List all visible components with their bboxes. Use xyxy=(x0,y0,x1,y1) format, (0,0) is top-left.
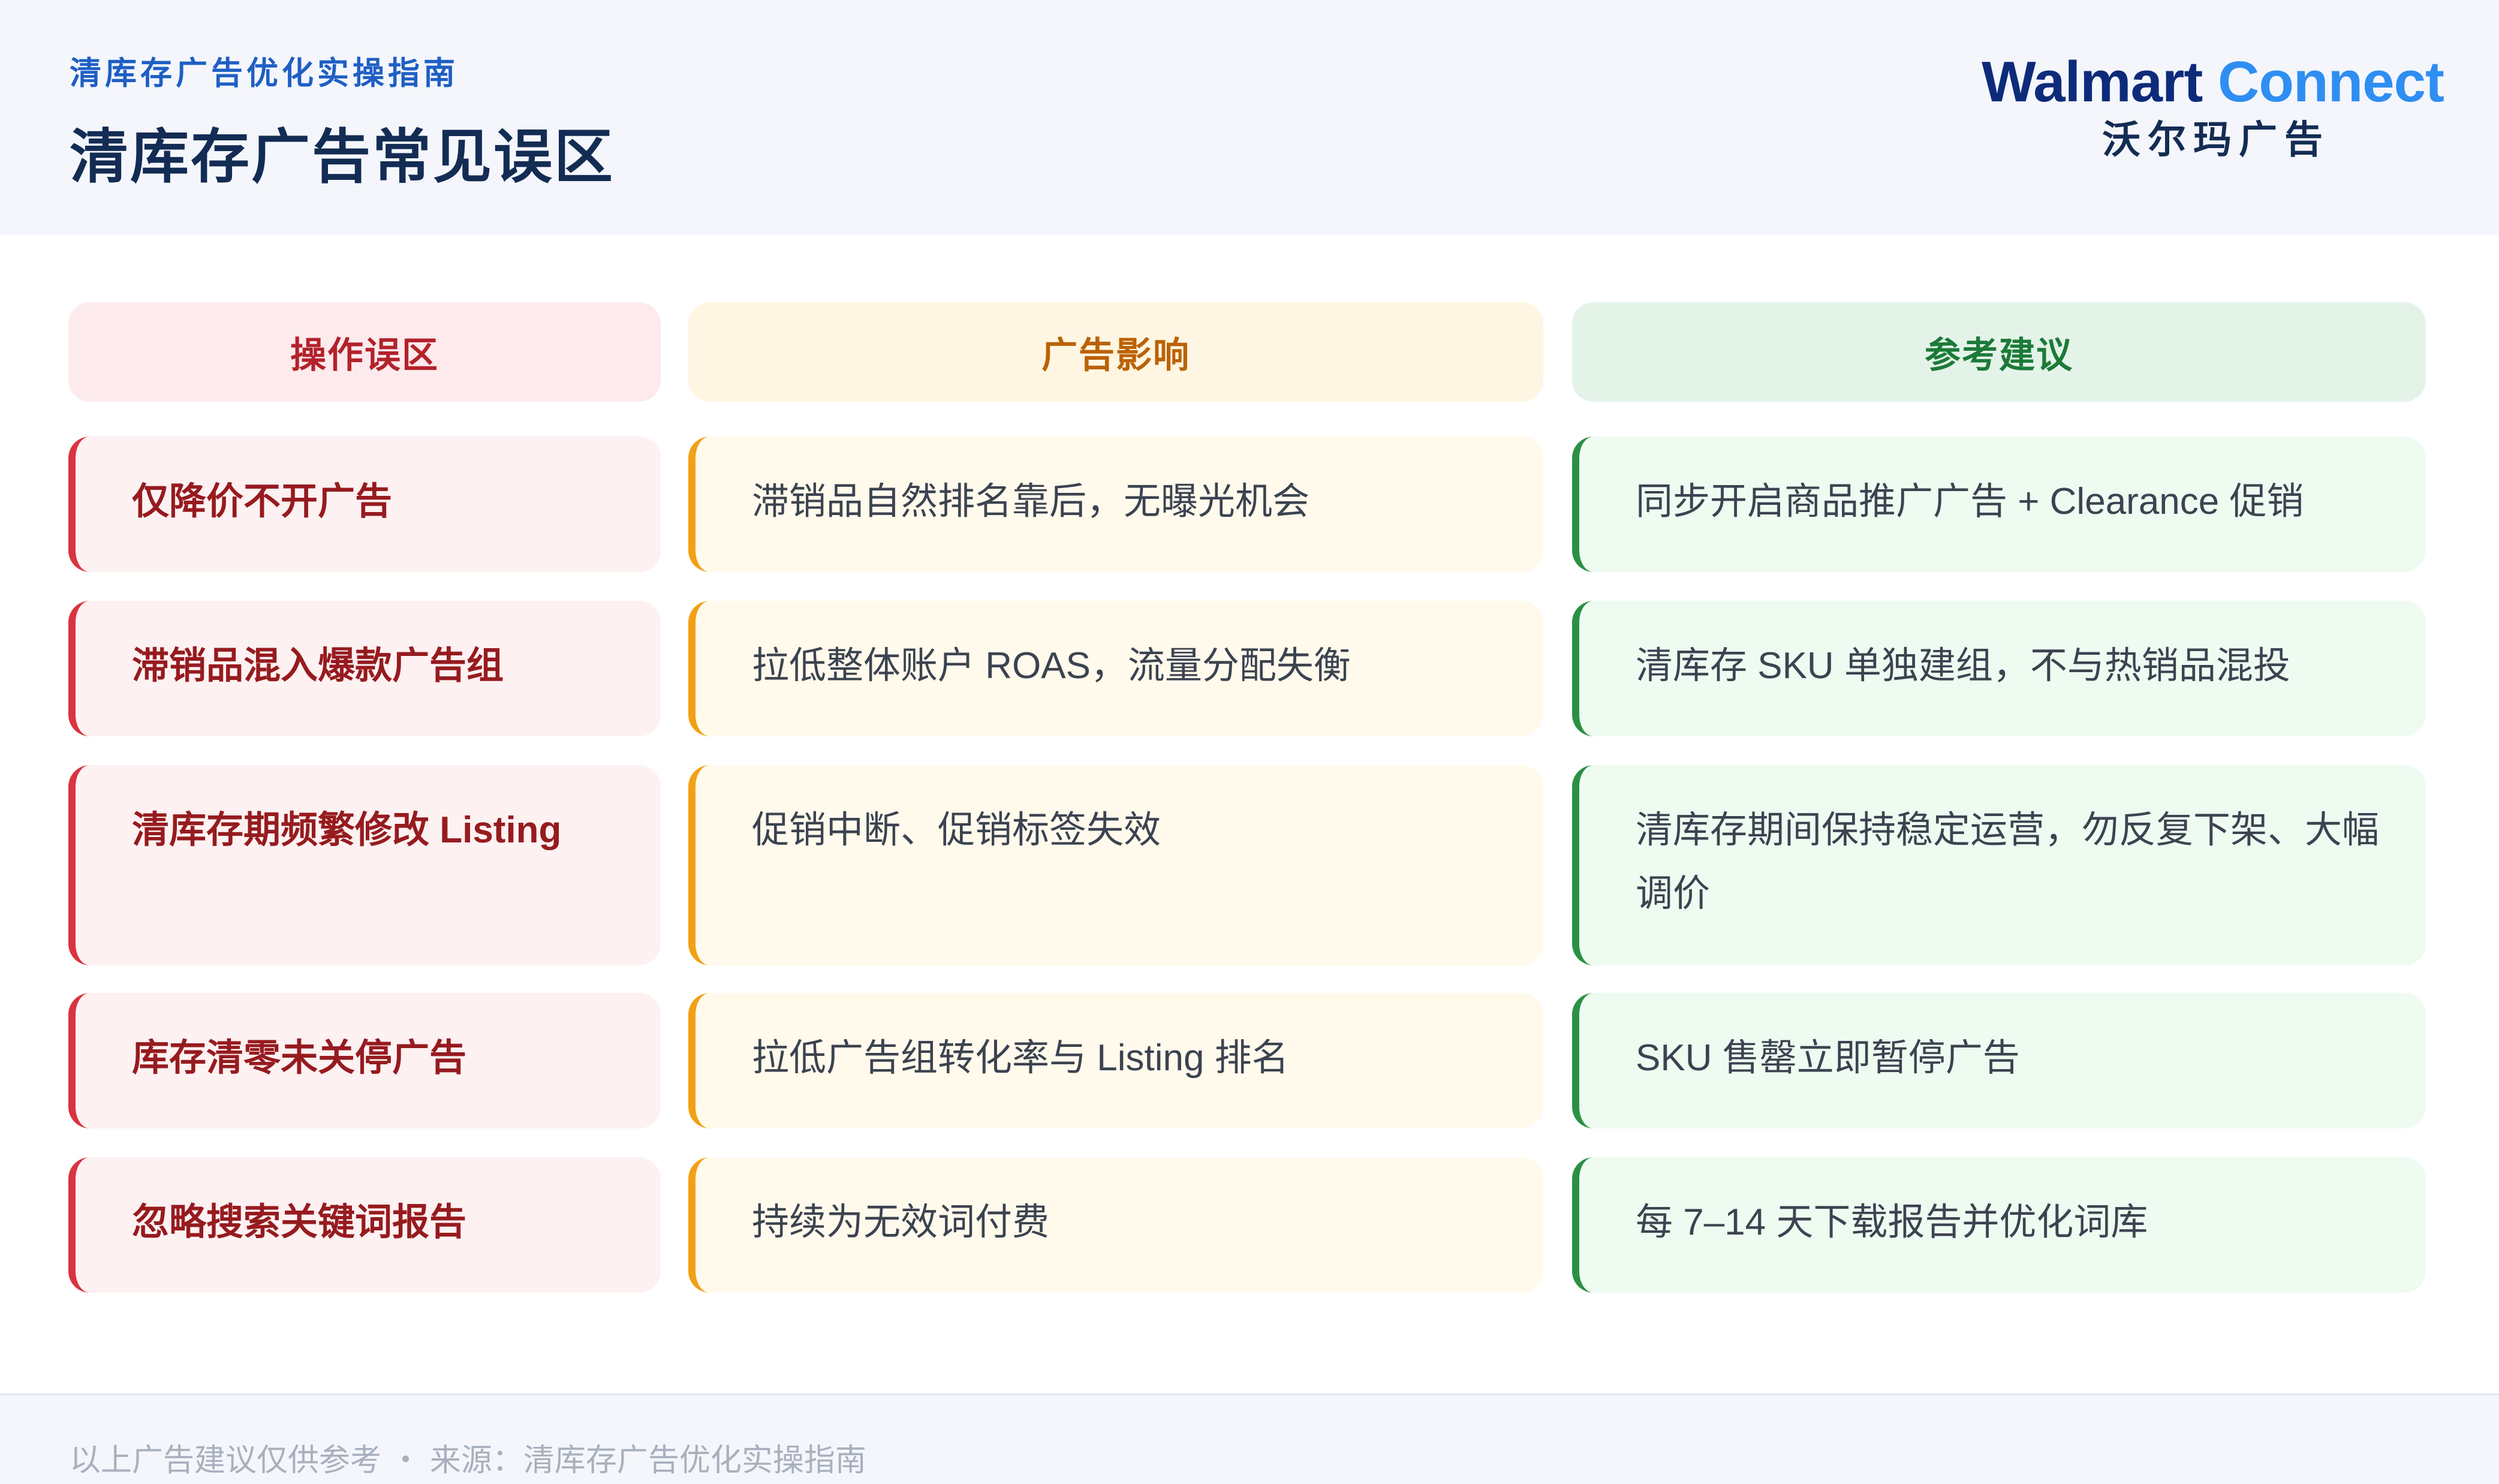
column-header-advice: 参考建议 xyxy=(1572,302,2426,402)
page-subtitle: 清库存广告优化实操指南 xyxy=(70,56,459,91)
mistake-cell: 库存清零未关停广告 xyxy=(68,993,661,1128)
impact-cell: 滞销品自然排名靠后，无曝光机会 xyxy=(688,437,1543,572)
column-header-impact: 广告影响 xyxy=(688,302,1543,402)
impact-cell: 持续为无效词付费 xyxy=(688,1157,1543,1293)
page-header: 清库存广告优化实操指南 清库存广告常见误区 Walmart Connect 沃尔… xyxy=(0,0,2499,235)
mistake-cell: 忽略搜索关键词报告 xyxy=(68,1157,661,1293)
logo-wordmark: Walmart Connect xyxy=(1982,49,2444,115)
logo-cn-text: 沃尔玛广告 xyxy=(2102,118,2330,161)
page-title: 清库存广告常见误区 xyxy=(70,124,615,189)
page-footer: 以上广告建议仅供参考 ・ 来源：清库存广告优化实操指南 xyxy=(0,1393,2499,1484)
advice-cell: 同步开启商品推广广告 + Clearance 促销 xyxy=(1572,437,2426,572)
column-header-mistake: 操作误区 xyxy=(68,302,661,402)
walmart-connect-logo: Walmart Connect 沃尔玛广告 xyxy=(1952,49,2444,169)
logo-walmart-text: Walmart xyxy=(1982,50,2203,114)
mistake-cell: 滞销品混入爆款广告组 xyxy=(68,601,661,736)
mistake-cell: 仅降价不开广告 xyxy=(68,437,661,572)
mistake-cell: 清库存期频繁修改 Listing xyxy=(68,765,661,965)
advice-cell: 清库存期间保持稳定运营，勿反复下架、大幅调价 xyxy=(1572,765,2426,965)
logo-connect-text: Connect xyxy=(2218,50,2444,114)
advice-cell: SKU 售罄立即暂停广告 xyxy=(1572,993,2426,1128)
advice-cell: 清库存 SKU 单独建组，不与热销品混投 xyxy=(1572,601,2426,736)
impact-cell: 促销中断、促销标签失效 xyxy=(688,765,1543,965)
footer-note: 以上广告建议仅供参考 ・ 来源：清库存广告优化实操指南 xyxy=(70,1443,866,1478)
advice-cell: 每 7–14 天下载报告并优化词库 xyxy=(1572,1157,2426,1293)
impact-cell: 拉低整体账户 ROAS，流量分配失衡 xyxy=(688,601,1543,736)
impact-cell: 拉低广告组转化率与 Listing 排名 xyxy=(688,993,1543,1128)
